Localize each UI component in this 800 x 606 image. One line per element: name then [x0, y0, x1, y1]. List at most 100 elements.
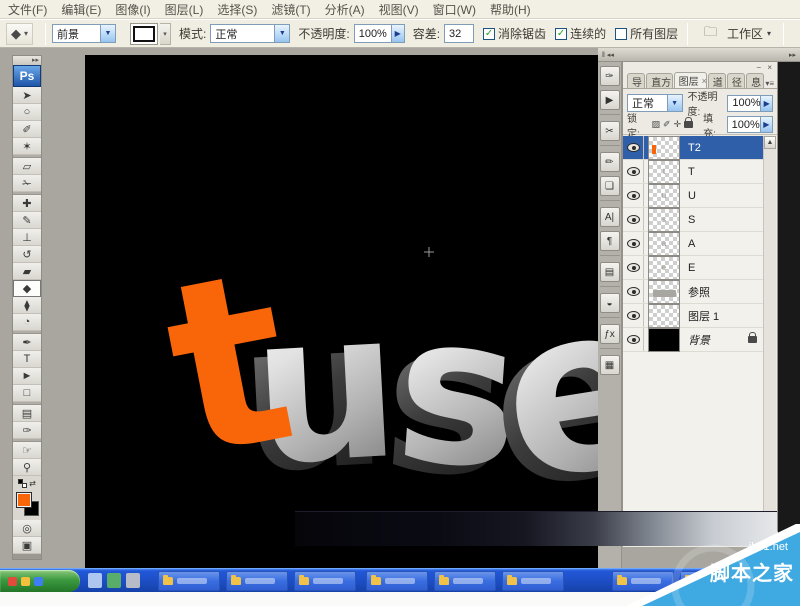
patterns-panel-icon[interactable]: ▦: [599, 355, 620, 375]
brush-tool[interactable]: ✎: [13, 212, 41, 229]
task-button-1[interactable]: [226, 571, 288, 591]
swap-colors-icon[interactable]: ⇄: [29, 479, 36, 488]
eye-icon[interactable]: [626, 335, 640, 344]
brush-presets-panel-icon[interactable]: ✏: [599, 152, 620, 172]
visibility-cell[interactable]: [623, 280, 644, 303]
menu-item-视[interactable]: 视图(V): [379, 1, 419, 18]
hand-tool[interactable]: ☞: [13, 442, 41, 459]
tab-close-icon[interactable]: ×: [702, 76, 706, 86]
layer-thumbnail[interactable]: s: [648, 207, 680, 232]
history-brush-tool[interactable]: ↺: [13, 246, 41, 263]
eye-icon[interactable]: [626, 167, 640, 176]
quick-launch-icon-2[interactable]: [126, 573, 140, 588]
crop-tool[interactable]: ▱: [13, 158, 41, 175]
menu-item-文[interactable]: 文件(F): [8, 1, 47, 18]
checkbox-option-0[interactable]: ✓ 消除锯齿: [483, 25, 546, 42]
opacity-flyout-arrow[interactable]: ▶: [761, 94, 773, 112]
lock-icon-2[interactable]: ✛: [674, 119, 682, 130]
eye-icon[interactable]: [626, 191, 640, 200]
menu-item-选[interactable]: 选择(S): [217, 1, 257, 18]
blur-tool[interactable]: ⧫: [13, 297, 41, 314]
slice-tool[interactable]: ✁: [13, 175, 41, 192]
eye-icon[interactable]: [626, 311, 640, 320]
path-selection-tool[interactable]: ►: [13, 368, 41, 385]
tab-导[interactable]: 导: [627, 73, 646, 88]
pattern-picker-arrow[interactable]: ▾: [160, 22, 172, 45]
swatches-panel-icon[interactable]: ◒: [599, 293, 620, 313]
visibility-cell[interactable]: [623, 184, 644, 207]
fill-flyout-arrow[interactable]: ▶: [760, 116, 774, 133]
layer-row-U[interactable]: uU: [623, 183, 765, 208]
brushes-panel-icon[interactable]: ✑: [599, 66, 620, 86]
layer-thumbnail[interactable]: u: [648, 183, 680, 208]
clone-source-panel-icon[interactable]: ▶: [599, 90, 620, 110]
fill-source-select[interactable]: 前景 ▼: [52, 24, 117, 43]
panel-menu-icon[interactable]: ▾≡: [765, 79, 774, 88]
menu-item-图[interactable]: 图像(I): [115, 1, 150, 18]
combo-arrow-icon[interactable]: ▼: [274, 25, 290, 42]
dock-header[interactable]: ‖ ◂◂ ▸▸: [598, 48, 800, 62]
layer-row-参照[interactable]: 参照: [623, 279, 765, 304]
info-panel-icon[interactable]: ▤: [599, 262, 620, 282]
layer-thumbnail[interactable]: [648, 327, 680, 352]
layer-row-E[interactable]: eE: [623, 255, 765, 280]
lock-icon-0[interactable]: ▨: [652, 119, 661, 130]
checkbox-icon[interactable]: ✓: [483, 27, 496, 40]
quick-launch-icon-0[interactable]: [88, 573, 102, 588]
menu-item-分[interactable]: 分析(A): [325, 1, 365, 18]
checkbox-option-1[interactable]: ✓ 连续的: [555, 25, 606, 42]
task-button-5[interactable]: [502, 571, 564, 591]
quick-mask-button[interactable]: ◎: [13, 520, 41, 537]
paint-bucket-tool[interactable]: ◆: [13, 280, 41, 297]
layer-thumbnail[interactable]: a: [648, 231, 680, 256]
tool-preset-picker[interactable]: ◆ ▾: [6, 22, 34, 45]
screen-mode-button[interactable]: ▣: [13, 537, 41, 554]
opacity-input[interactable]: 100%: [353, 24, 392, 43]
menu-item-帮[interactable]: 帮助(H): [490, 1, 531, 18]
tool-presets-panel-icon[interactable]: ✂: [599, 121, 620, 141]
eye-icon[interactable]: [626, 215, 640, 224]
checkbox-icon[interactable]: ✓: [555, 27, 568, 40]
visibility-cell[interactable]: [623, 232, 644, 255]
tab-径[interactable]: 径: [726, 73, 746, 88]
menu-item-图[interactable]: 图层(L): [165, 1, 204, 18]
eye-icon[interactable]: [626, 239, 640, 248]
tolerance-input[interactable]: 32: [444, 24, 475, 43]
combo-arrow-icon[interactable]: ▼: [666, 95, 682, 111]
pattern-swatch[interactable]: [130, 22, 159, 45]
layer-list-scrollbar[interactable]: ▲ ▼: [763, 136, 776, 532]
start-button[interactable]: [0, 570, 80, 592]
lock-icon-1[interactable]: ✐: [663, 119, 671, 130]
layer-row-T2[interactable]: T2: [623, 136, 765, 160]
character-panel-icon[interactable]: A|: [599, 207, 620, 227]
layer-row-T[interactable]: tT: [623, 159, 765, 184]
checkbox-icon[interactable]: [615, 27, 628, 40]
visibility-cell[interactable]: [623, 328, 644, 351]
eyedropper-tool[interactable]: ✑: [13, 422, 41, 439]
magic-wand-tool[interactable]: ✶: [13, 138, 41, 155]
document-canvas[interactable]: u u s s e e t: [85, 55, 598, 568]
bridge-icon[interactable]: 🗀: [704, 23, 717, 45]
healing-brush-tool[interactable]: ✚: [13, 195, 41, 212]
eye-icon[interactable]: [626, 143, 640, 152]
workspace-label[interactable]: 工作区: [727, 25, 763, 42]
layer-comps-panel-icon[interactable]: ❏: [599, 176, 620, 196]
toolbox-collapse-header[interactable]: ▸▸: [13, 56, 41, 65]
layer-row-背景[interactable]: 背景: [623, 327, 765, 352]
collapse-right-icon[interactable]: ▸▸: [789, 51, 796, 59]
move-tool[interactable]: ➤: [13, 87, 41, 104]
chevron-down-icon[interactable]: ▾: [767, 29, 771, 38]
menu-item-编[interactable]: 编辑(E): [61, 1, 101, 18]
tab-息[interactable]: 息: [746, 73, 765, 88]
collapse-left-icon[interactable]: ‖ ◂◂: [602, 51, 614, 59]
tab-道[interactable]: 道: [707, 73, 726, 88]
layer-row-A[interactable]: aA: [623, 231, 765, 256]
visibility-cell[interactable]: [623, 256, 644, 279]
zoom-tool[interactable]: ⚲: [13, 459, 41, 476]
eye-icon[interactable]: [626, 287, 640, 296]
layer-thumbnail[interactable]: [648, 279, 680, 304]
foreground-color-swatch[interactable]: [16, 492, 32, 508]
combo-arrow-icon[interactable]: ▼: [100, 25, 116, 42]
eye-icon[interactable]: [626, 263, 640, 272]
notes-tool[interactable]: ▤: [13, 405, 41, 422]
